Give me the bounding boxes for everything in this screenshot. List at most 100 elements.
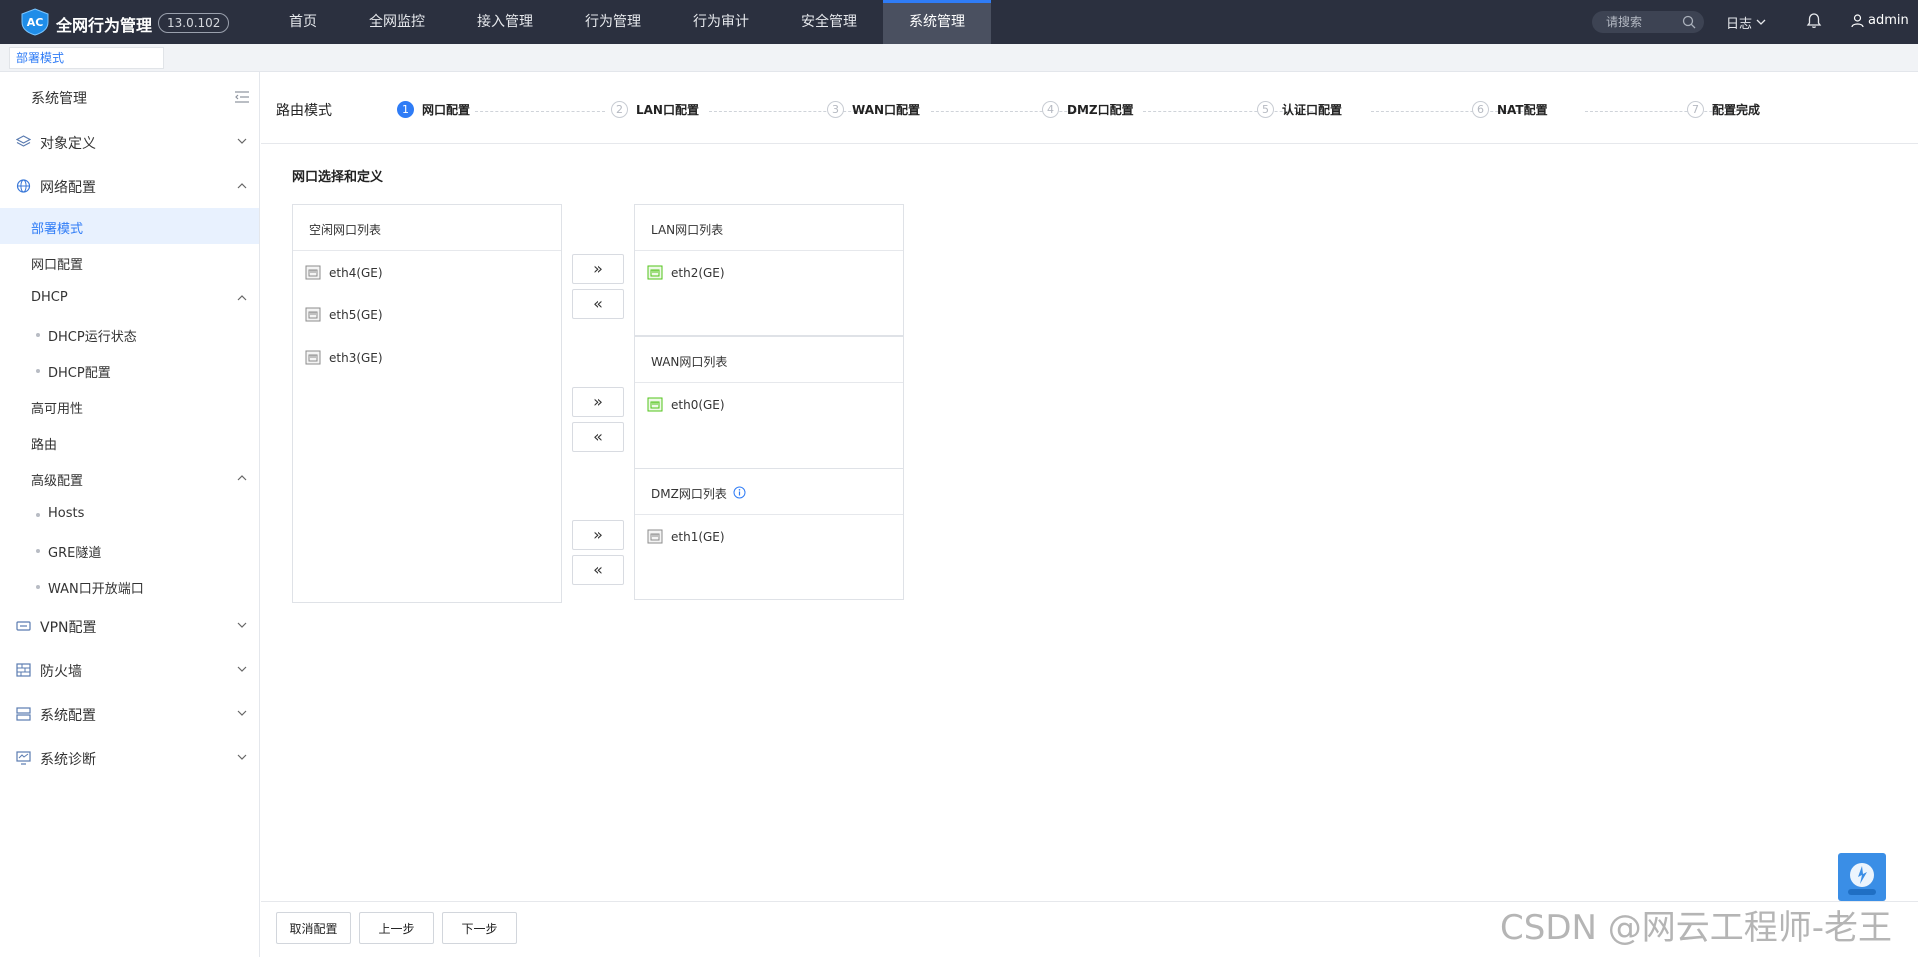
sidebar-item-label: 系统诊断 [40,752,96,768]
sidebar-item-advanced-config[interactable]: 高级配置 [0,460,259,496]
nav-behavior-management[interactable]: 行为管理 [559,0,667,44]
sidebar-item-label: DHCP运行状态 [48,330,137,345]
next-step-button[interactable]: 下一步 [442,912,517,944]
layers-icon [16,135,31,147]
app-title: 全网行为管理 [56,16,153,35]
menu-collapse-icon[interactable] [235,91,249,103]
prev-step-button[interactable]: 上一步 [359,912,434,944]
sidebar-item-label: 防火墙 [40,664,82,680]
sidebar-item-deploy-mode[interactable]: 部署模式 [0,208,259,244]
step-label: 认证口配置 [1282,103,1343,117]
sidebar-item-label: GRE隧道 [48,546,102,561]
bell-icon[interactable] [1806,12,1822,30]
chevron-up-icon [237,475,247,481]
port-item[interactable]: eth0(GE) [647,397,725,412]
move-to-lan-button[interactable]: » [572,254,624,284]
ethernet-port-icon [647,529,663,544]
step-connector [475,111,605,112]
ethernet-port-icon [647,397,663,412]
sidebar-item-system-diagnosis[interactable]: 系统诊断 [0,740,259,776]
nav-network-monitor[interactable]: 全网监控 [343,0,451,44]
page-tab-bar: 部署模式 [0,44,1918,72]
sidebar-item-object-definition[interactable]: 对象定义 [0,124,259,160]
step-number: 2 [611,101,628,118]
user-menu[interactable]: admin [1851,13,1909,28]
help-assistant-button[interactable] [1838,853,1886,901]
sidebar-item-vpn-config[interactable]: VPN配置 [0,608,259,644]
nav-access-management[interactable]: 接入管理 [451,0,559,44]
search-box [1592,11,1704,33]
nav-security-management[interactable]: 安全管理 [775,0,883,44]
move-from-dmz-button[interactable]: « [572,555,624,585]
port-item[interactable]: eth3(GE) [305,350,383,365]
step-4: 4 DMZ口配置 [1042,101,1134,118]
sidebar: 系统管理 对象定义 网络配置 部署模式 网口配置 DHCP DHCP运行状态 D… [0,72,260,957]
sidebar-item-firewall[interactable]: 防火墙 [0,652,259,688]
server-icon [16,707,31,721]
nav-home[interactable]: 首页 [263,0,343,44]
step-1: 1 网口配置 [397,101,470,118]
port-item[interactable]: eth5(GE) [305,307,383,322]
assistant-icon [1848,863,1876,895]
sidebar-item-port-config[interactable]: 网口配置 [0,244,259,280]
step-3: 3 WAN口配置 [827,101,920,118]
bullet-dot [36,585,40,589]
sidebar-item-gre-tunnel[interactable]: GRE隧道 [0,532,259,568]
port-item[interactable]: eth4(GE) [305,265,383,280]
nav-system-management[interactable]: 系统管理 [883,0,991,44]
search-icon[interactable] [1682,15,1696,29]
step-label: NAT配置 [1497,103,1548,117]
step-label: 网口配置 [422,103,471,117]
tab-deploy-mode[interactable]: 部署模式 [9,47,164,69]
panel-title: WAN网口列表 [635,337,903,383]
step-number: 5 [1257,101,1274,118]
sidebar-item-network-config[interactable]: 网络配置 [0,168,259,204]
move-to-wan-button[interactable]: » [572,387,624,417]
sidebar-item-label: 高级配置 [31,474,84,489]
sidebar-item-dhcp[interactable]: DHCP [0,280,259,316]
sidebar-item-hosts[interactable]: Hosts [0,496,259,532]
sidebar-item-label: 系统配置 [40,708,96,724]
cancel-config-button[interactable]: 取消配置 [276,912,351,944]
sidebar-item-route[interactable]: 路由 [0,424,259,460]
move-to-dmz-button[interactable]: » [572,520,624,550]
sidebar-item-high-availability[interactable]: 高可用性 [0,388,259,424]
panel-title-text: LAN网口列表 [651,223,724,237]
sidebar-item-dhcp-config[interactable]: DHCP配置 [0,352,259,388]
bullet-dot [36,333,40,337]
vpn-icon [16,621,31,631]
move-from-lan-button[interactable]: « [572,289,624,319]
ethernet-port-icon [305,350,321,365]
step-6: 6 NAT配置 [1472,101,1548,118]
port-item[interactable]: eth2(GE) [647,265,725,280]
chevron-down-icon [237,666,247,672]
port-name: eth3(GE) [329,350,383,365]
sidebar-title: 系统管理 [31,91,87,107]
sidebar-item-dhcp-status[interactable]: DHCP运行状态 [0,316,259,352]
sidebar-item-system-config[interactable]: 系统配置 [0,696,259,732]
sidebar-item-label: 对象定义 [40,136,96,152]
mode-label: 路由模式 [276,103,332,119]
bullet-dot [36,549,40,553]
chevron-up-icon [237,295,247,301]
nav-behavior-audit[interactable]: 行为审计 [667,0,775,44]
log-menu-label: 日志 [1726,17,1753,32]
move-from-wan-button[interactable]: « [572,422,624,452]
search-input[interactable] [1604,13,1676,31]
port-name: eth2(GE) [671,265,725,280]
username: admin [1868,13,1909,28]
info-icon[interactable] [733,486,746,499]
port-name: eth4(GE) [329,265,383,280]
step-5: 5 认证口配置 [1257,101,1342,118]
section-title: 网口选择和定义 [292,170,384,185]
log-menu[interactable]: 日志 [1726,13,1766,32]
sidebar-item-label: 网络配置 [40,180,96,196]
lan-port-list: LAN网口列表 eth2(GE) [634,204,904,336]
port-item[interactable]: eth1(GE) [647,529,725,544]
sidebar-item-wan-open-ports[interactable]: WAN口开放端口 [0,568,259,604]
ethernet-port-icon [305,265,321,280]
sidebar-item-label: DHCP [31,290,68,305]
port-name: eth0(GE) [671,397,725,412]
svg-text:AC: AC [27,16,44,29]
chevron-down-icon [1756,19,1766,25]
